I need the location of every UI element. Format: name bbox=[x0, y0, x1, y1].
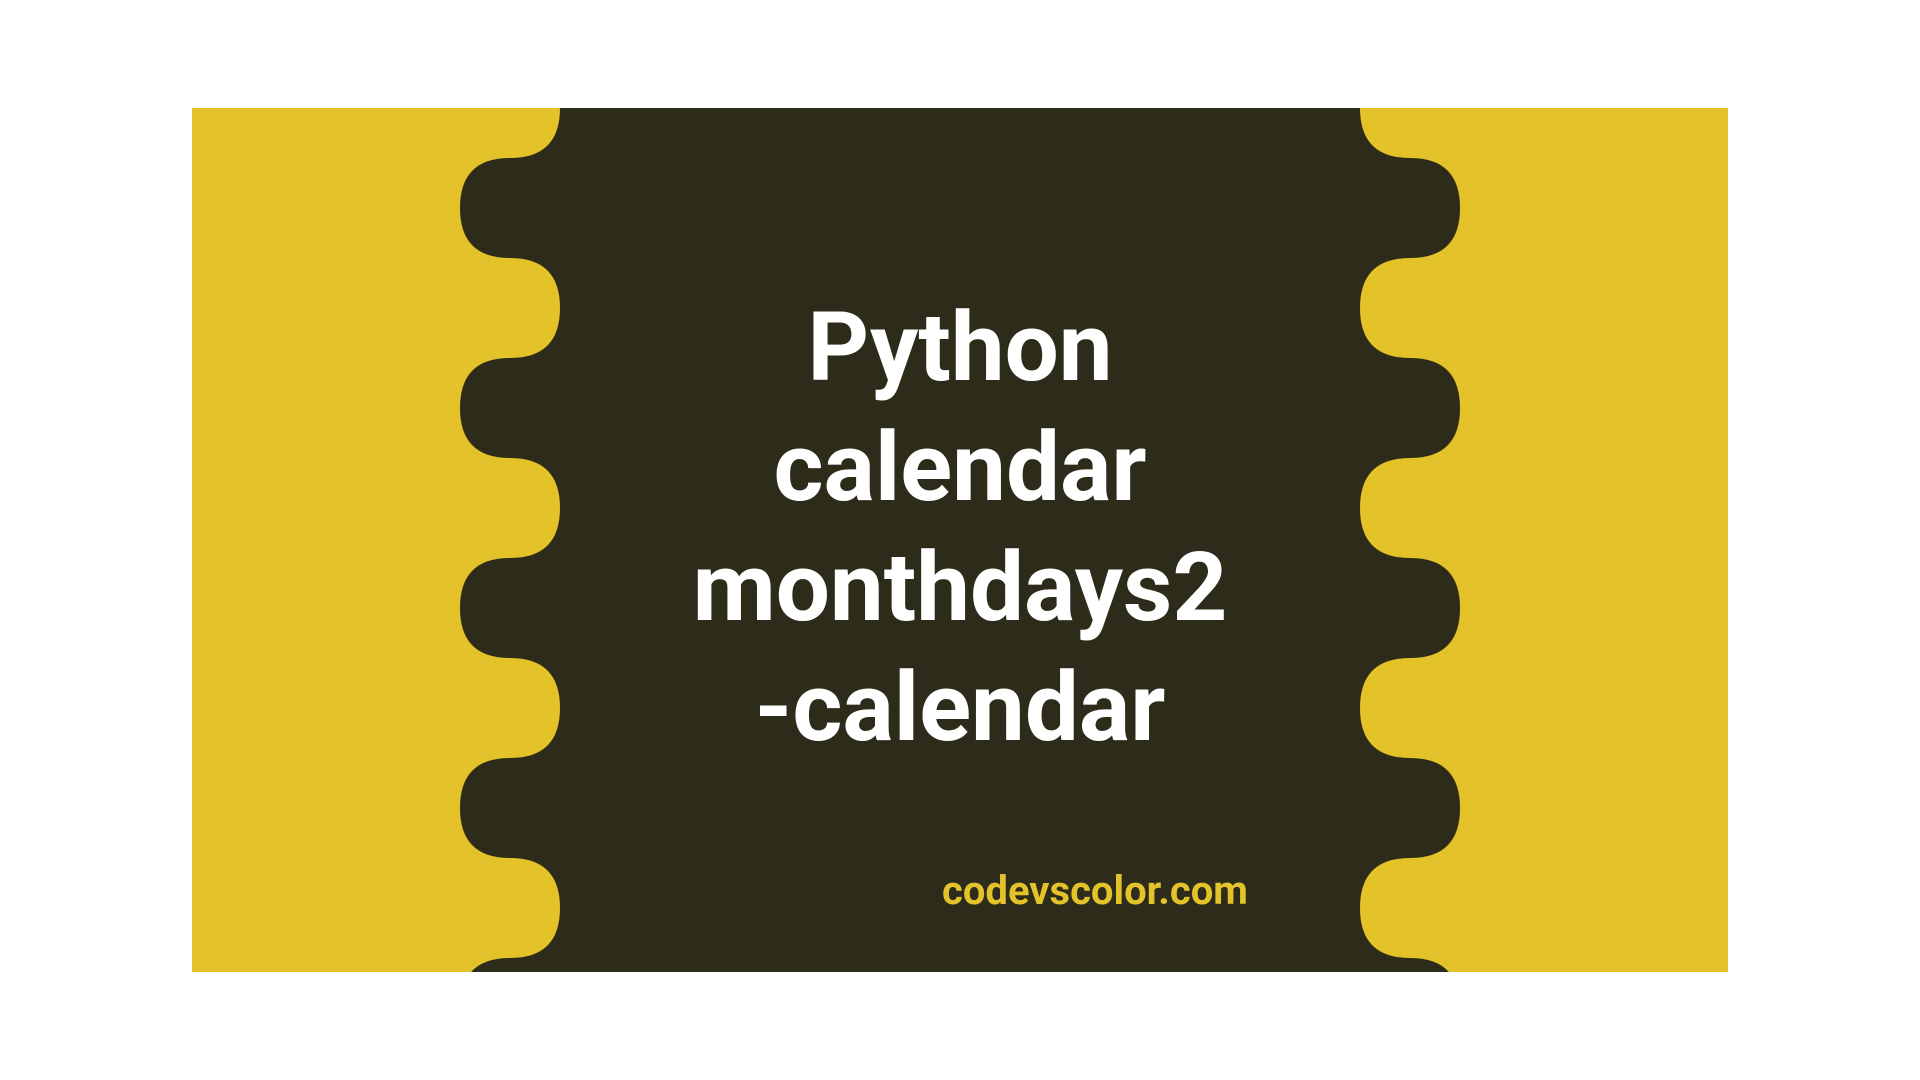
title-line-3: monthdays2 bbox=[610, 528, 1310, 648]
title-line-4: -calendar bbox=[610, 648, 1310, 768]
hero-banner: Python calendar monthdays2 -calendar cod… bbox=[192, 108, 1728, 972]
title-line-2: calendar bbox=[610, 408, 1310, 528]
title-line-1: Python bbox=[610, 288, 1310, 408]
banner-title: Python calendar monthdays2 -calendar bbox=[610, 288, 1310, 768]
watermark-text: codevscolor.com bbox=[942, 867, 1248, 914]
